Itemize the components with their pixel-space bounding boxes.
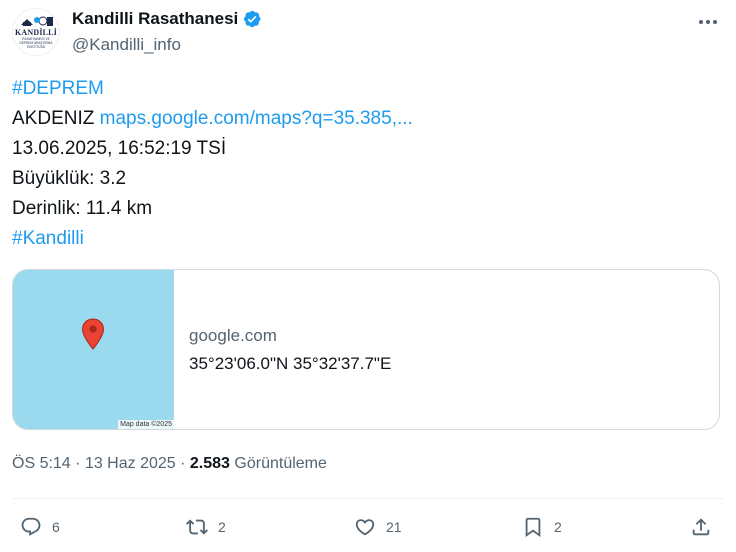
action-bar: 6 2 21 2 [12,510,724,544]
repost-icon [186,519,208,535]
map-credit: Map data ©2025 [118,420,174,429]
share-icon [692,518,710,536]
tweet-date[interactable]: 13 Haz 2025 [85,455,176,472]
verified-badge-icon [244,10,261,28]
tweet-meta: ÖS 5:14 · 13 Haz 2025 · 2.583 Görüntülem… [12,453,327,475]
card-title: 35°23'06.0"N 35°32'37.7"E [189,354,392,373]
location-text: AKDENIZ [12,108,95,129]
heart-icon [355,519,375,536]
tweet-text: #DEPREM AKDENIZ maps.google.com/maps?q=3… [12,74,413,254]
bookmark-button[interactable]: 2 [522,510,562,544]
like-count: 21 [386,519,402,535]
reply-button[interactable]: 6 [20,510,60,544]
reply-icon [21,517,41,536]
views-label: Görüntüleme [234,455,327,472]
reply-count: 6 [52,519,60,535]
author-display-name[interactable]: Kandilli Rasathanesi [72,8,262,30]
map-thumbnail[interactable]: Map data ©2025 [13,270,174,429]
datetime-text: 13.06.2025, 16:52:19 TSİ [12,138,227,159]
card-info: google.com 35°23'06.0"N 35°32'37.7"E [189,325,391,375]
author-names: Kandilli Rasathanesi @Kandilli_info [72,8,262,56]
bookmark-icon [525,517,541,538]
card-domain: google.com [189,326,277,345]
tweet-time[interactable]: ÖS 5:14 [12,455,71,472]
magnitude-text: Büyüklük: 3.2 [12,168,127,189]
author-handle[interactable]: @Kandilli_info [72,34,262,56]
repost-button[interactable]: 2 [186,510,226,544]
avatar-logo-subtext: RASATHANESİ VE DEPREM ARAŞTIRMA ENSTİTÜS… [19,37,53,49]
meta-separator: · [180,455,190,472]
repost-count: 2 [218,519,226,535]
avatar-logo-text: KANDİLLİ [14,28,58,37]
views-count: 2.583 [189,455,230,472]
link-preview-card[interactable]: Map data ©2025 google.com 35°23'06.0"N 3… [12,269,720,430]
like-button[interactable]: 21 [354,510,402,544]
tweet-header: KANDİLLİ RASATHANESİ VE DEPREM ARAŞTIRMA… [12,8,724,58]
bookmark-count: 2 [554,519,562,535]
divider [12,498,724,499]
hashtag-kandilli[interactable]: #Kandilli [12,228,84,249]
avatar[interactable]: KANDİLLİ RASATHANESİ VE DEPREM ARAŞTIRMA… [12,8,60,56]
share-button[interactable] [690,510,712,544]
hashtag-deprem[interactable]: #DEPREM [12,78,104,99]
display-name-text[interactable]: Kandilli Rasathanesi [72,8,238,30]
more-options-icon[interactable] [696,12,720,32]
map-link[interactable]: maps.google.com/maps?q=35.385,... [100,108,413,129]
depth-text: Derinlik: 11.4 km [12,198,153,219]
meta-separator: · [75,455,85,472]
map-pin-icon [81,318,105,350]
